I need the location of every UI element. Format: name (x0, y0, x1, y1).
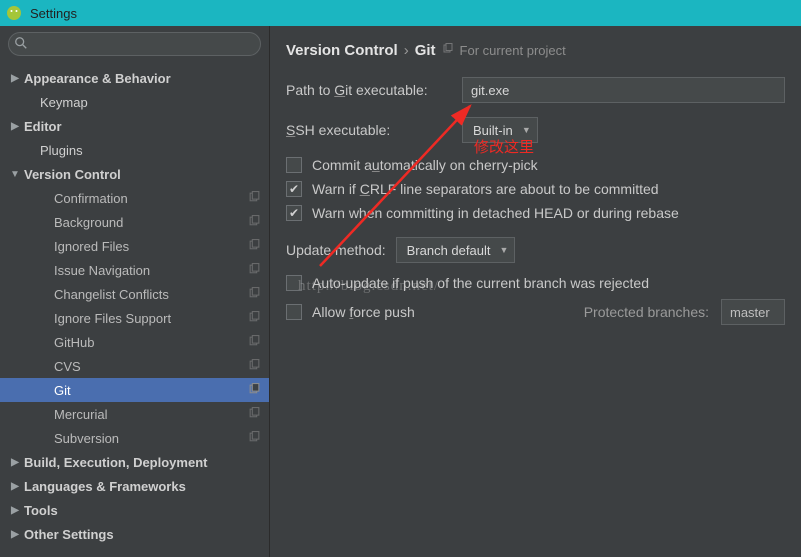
sidebar-item-label: Changelist Conflicts (54, 287, 169, 302)
sidebar-item-issue-navigation[interactable]: Issue Navigation (0, 258, 269, 282)
detached-warn-label: Warn when committing in detached HEAD or… (312, 205, 679, 221)
sidebar-item-label: Editor (24, 119, 62, 134)
sidebar-item-label: Confirmation (54, 191, 128, 206)
sidebar-item-label: GitHub (54, 335, 94, 350)
app-logo-icon (6, 5, 22, 21)
sidebar-item-appearance-behavior[interactable]: Appearance & Behavior (0, 66, 269, 90)
project-level-icon (248, 263, 261, 279)
sidebar-item-mercurial[interactable]: Mercurial (0, 402, 269, 426)
project-level-icon (248, 239, 261, 255)
force-push-checkbox[interactable] (286, 304, 302, 320)
project-level-icon (248, 215, 261, 231)
sidebar-item-label: Build, Execution, Deployment (24, 455, 207, 470)
chevron-right-icon (10, 457, 20, 468)
sidebar-item-version-control[interactable]: Version Control (0, 162, 269, 186)
sidebar-item-label: Languages & Frameworks (24, 479, 186, 494)
sidebar-item-changelist-conflicts[interactable]: Changelist Conflicts (0, 282, 269, 306)
force-push-label: Allow force push (312, 304, 415, 320)
cherry-pick-checkbox[interactable] (286, 157, 302, 173)
git-path-input[interactable] (462, 77, 785, 103)
sidebar-item-label: Keymap (40, 95, 88, 110)
chevron-right-icon (10, 481, 20, 492)
sidebar-item-label: Ignored Files (54, 239, 129, 254)
breadcrumb-separator: › (404, 42, 409, 59)
auto-update-checkbox[interactable] (286, 275, 302, 291)
project-level-icon (248, 311, 261, 327)
chevron-down-icon (10, 169, 20, 180)
sidebar-item-label: Plugins (40, 143, 83, 158)
ssh-label: SSH executable: (286, 122, 462, 138)
sidebar-item-label: Tools (24, 503, 58, 518)
sidebar-item-label: Appearance & Behavior (24, 71, 171, 86)
sidebar-item-languages-frameworks[interactable]: Languages & Frameworks (0, 474, 269, 498)
breadcrumb-hint: For current project (460, 43, 566, 58)
content-panel: Version Control › Git For current projec… (270, 26, 801, 557)
project-level-icon (248, 359, 261, 375)
crlf-warn-label: Warn if CRLF line separators are about t… (312, 181, 659, 197)
chevron-right-icon (10, 73, 20, 84)
sidebar-item-label: CVS (54, 359, 81, 374)
sidebar-item-label: Background (54, 215, 123, 230)
project-level-icon (248, 191, 261, 207)
sidebar-item-other-settings[interactable]: Other Settings (0, 522, 269, 546)
search-input[interactable] (8, 32, 261, 56)
sidebar-item-git[interactable]: Git (0, 378, 269, 402)
sidebar-item-keymap[interactable]: Keymap (0, 90, 269, 114)
sidebar-item-confirmation[interactable]: Confirmation (0, 186, 269, 210)
sidebar-item-subversion[interactable]: Subversion (0, 426, 269, 450)
sidebar-item-ignore-files-support[interactable]: Ignore Files Support (0, 306, 269, 330)
ssh-executable-combo[interactable]: Built-in (462, 117, 538, 143)
breadcrumb-root[interactable]: Version Control (286, 42, 398, 59)
update-method-label: Update method: (286, 242, 386, 258)
sidebar-item-background[interactable]: Background (0, 210, 269, 234)
cherry-pick-label: Commit automatically on cherry-pick (312, 157, 538, 173)
sidebar-item-label: Subversion (54, 431, 119, 446)
sidebar-item-label: Issue Navigation (54, 263, 150, 278)
sidebar-item-label: Other Settings (24, 527, 114, 542)
project-level-icon (248, 335, 261, 351)
project-level-icon (248, 431, 261, 447)
sidebar-item-plugins[interactable]: Plugins (0, 138, 269, 162)
protected-branches-input[interactable] (721, 299, 785, 325)
sidebar-item-build-execution-deployment[interactable]: Build, Execution, Deployment (0, 450, 269, 474)
sidebar: Appearance & Behavior Keymap Editor Plugins… (0, 26, 270, 557)
sidebar-item-label: Version Control (24, 167, 121, 182)
chevron-right-icon (10, 529, 20, 540)
auto-update-label: Auto-update if push of the current branc… (312, 275, 649, 291)
update-method-combo[interactable]: Branch default (396, 237, 516, 263)
titlebar: Settings (0, 0, 801, 26)
project-level-icon (248, 383, 261, 399)
sidebar-item-tools[interactable]: Tools (0, 498, 269, 522)
chevron-right-icon (10, 505, 20, 516)
sidebar-item-github[interactable]: GitHub (0, 330, 269, 354)
protected-branches-label: Protected branches: (584, 304, 709, 320)
copy-settings-icon (442, 42, 454, 59)
settings-tree: Appearance & Behavior Keymap Editor Plugins… (0, 62, 269, 557)
project-level-icon (248, 407, 261, 423)
sidebar-item-label: Mercurial (54, 407, 107, 422)
sidebar-item-ignored-files[interactable]: Ignored Files (0, 234, 269, 258)
sidebar-item-label: Ignore Files Support (54, 311, 171, 326)
window-title: Settings (30, 6, 77, 21)
sidebar-item-label: Git (54, 383, 71, 398)
crlf-warn-checkbox[interactable] (286, 181, 302, 197)
chevron-right-icon (10, 121, 20, 132)
detached-warn-checkbox[interactable] (286, 205, 302, 221)
sidebar-item-cvs[interactable]: CVS (0, 354, 269, 378)
breadcrumb: Version Control › Git For current projec… (286, 42, 785, 59)
breadcrumb-leaf: Git (415, 42, 436, 59)
project-level-icon (248, 287, 261, 303)
path-label: Path to Git executable: (286, 82, 462, 98)
search-icon (14, 36, 28, 50)
sidebar-item-editor[interactable]: Editor (0, 114, 269, 138)
